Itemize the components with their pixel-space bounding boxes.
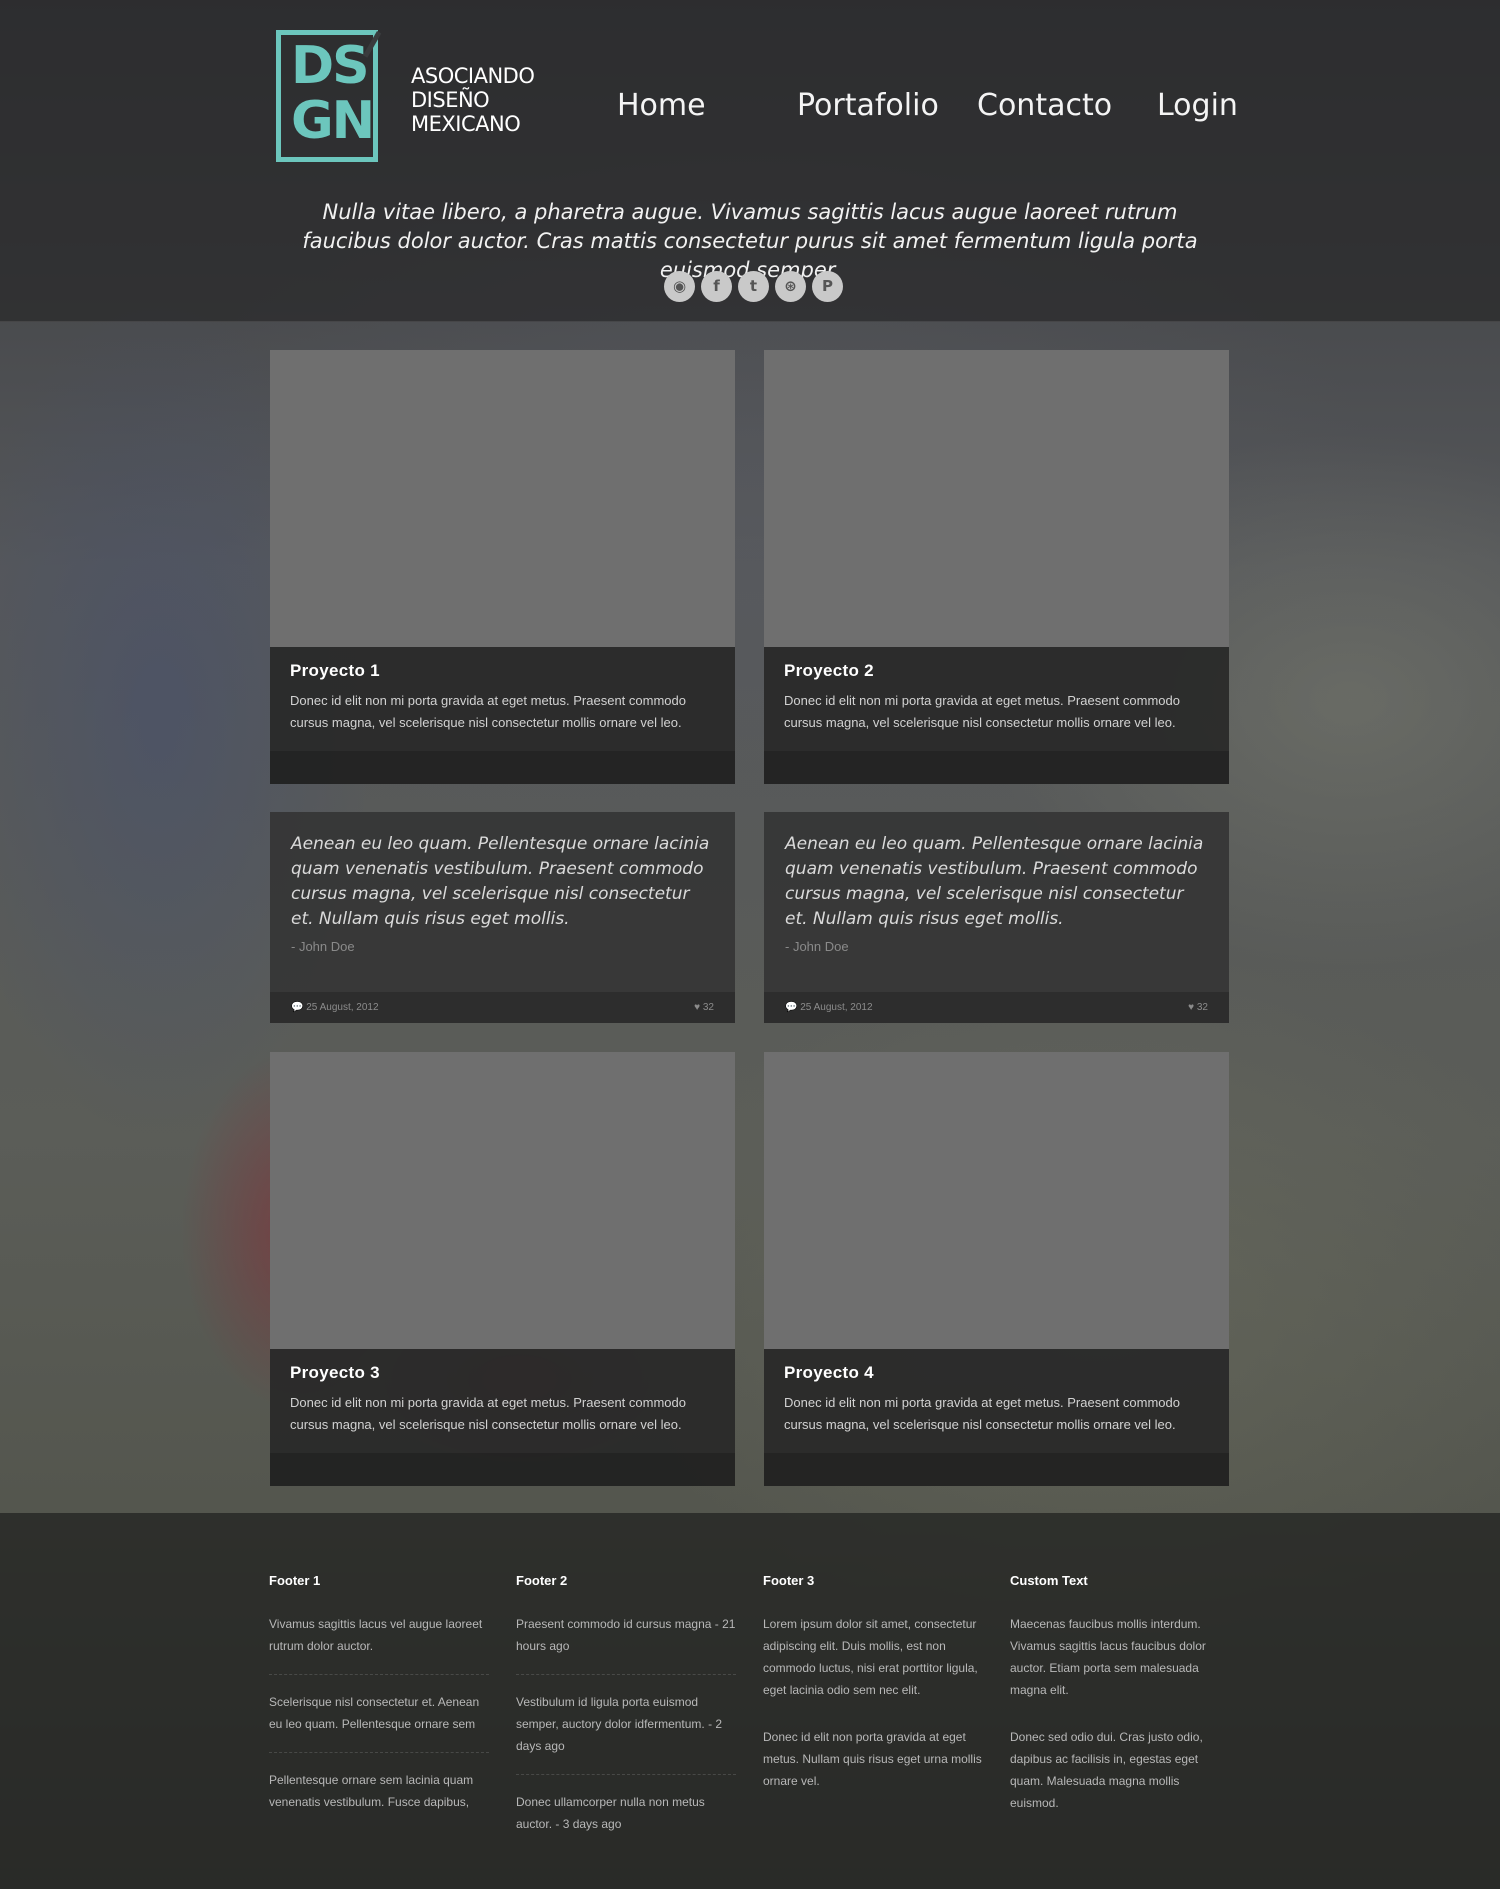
logo-mark: DS GN [291,36,375,151]
quote-likes[interactable]: ♥ 32 [1188,1002,1208,1013]
footer-column-2: Footer 2 Praesent commodo id cursus magn… [516,1573,736,1868]
tagline-line: DISEÑO [411,88,490,112]
nav-portafolio[interactable]: Portafolio [797,88,939,123]
nav-home[interactable]: Home [617,88,706,123]
logo-tagline: ASOCIANDO DISEÑO MEXICANO [411,64,561,136]
comment-icon: 💬 [291,1002,307,1013]
footer-item-text: Scelerisque nisl consectetur et. Aenean … [269,1695,480,1731]
quote-text: Aenean eu leo quam. Pellentesque ornare … [291,834,710,929]
tagline-line: MEXICANO [411,112,521,136]
footer-item[interactable]: Scelerisque nisl consectetur et. Aenean … [269,1691,489,1753]
footer-paragraph: Donec sed odio dui. Cras justo odio, dap… [1010,1730,1203,1810]
quote-author: - John Doe [785,939,849,954]
footer-item-text: Vivamus sagittis lacus vel augue laoreet… [269,1617,483,1653]
twitter-icon[interactable]: t [738,271,769,302]
footer-item-text: Donec ullamcorper nulla non metus auctor… [516,1795,705,1831]
project-image[interactable] [270,1052,735,1349]
footer-column-1: Footer 1 Vivamus sagittis lacus vel augu… [269,1573,489,1846]
card-footer [270,751,735,784]
quote-meta: 💬 25 August, 2012 ♥ 32 [764,992,1229,1023]
rss-icon[interactable]: ◉ [664,271,695,302]
project-description: Donec id elit non mi porta gravida at eg… [784,1395,1180,1432]
footer-item[interactable]: Donec ullamcorper nulla non metus auctor… [516,1791,736,1852]
nav-login[interactable]: Login [1157,88,1238,123]
quote-meta: 💬 25 August, 2012 ♥ 32 [270,992,735,1023]
card-footer [764,1453,1229,1486]
likes-count: 32 [1196,1002,1208,1013]
project-title[interactable]: Proyecto 4 [784,1363,1209,1383]
quote-date: 💬 25 August, 2012 [785,1002,873,1013]
project-card[interactable]: Proyecto 1 Donec id elit non mi porta gr… [270,350,735,784]
footer-paragraph: Maecenas faucibus mollis interdum. Vivam… [1010,1617,1206,1697]
date-text: 25 August, 2012 [306,1002,379,1013]
heart-icon: ♥ [694,1002,703,1013]
footer-heading: Footer 2 [516,1573,568,1588]
project-card[interactable]: Proyecto 2 Donec id elit non mi porta gr… [764,350,1229,784]
project-description: Donec id elit non mi porta gravida at eg… [290,1395,686,1432]
project-title[interactable]: Proyecto 2 [784,661,1209,681]
tagline-line: ASOCIANDO [411,64,535,88]
logo[interactable]: DS GN [276,30,378,162]
footer-item[interactable]: Pellentesque ornare sem lacinia quam ven… [269,1769,489,1830]
project-title[interactable]: Proyecto 3 [290,1363,715,1383]
project-image[interactable] [764,1052,1229,1349]
footer-paragraph: Lorem ipsum dolor sit amet, consectetur … [763,1617,978,1697]
quote-card: Aenean eu leo quam. Pellentesque ornare … [270,812,735,1023]
quote-likes[interactable]: ♥ 32 [694,1002,714,1013]
project-card[interactable]: Proyecto 4 Donec id elit non mi porta gr… [764,1052,1229,1486]
footer-column-3: Footer 3 Lorem ipsum dolor sit amet, con… [763,1573,983,1817]
project-description: Donec id elit non mi porta gravida at eg… [784,693,1180,730]
card-footer [764,751,1229,784]
quote-date: 💬 25 August, 2012 [291,1002,379,1013]
footer-item-text: Vestibulum id ligula porta euismod sempe… [516,1695,723,1753]
site-header: DS GN ASOCIANDO DISEÑO MEXICANO Home Por… [0,0,1500,322]
project-description: Donec id elit non mi porta gravida at eg… [290,693,686,730]
footer-item[interactable]: Vestibulum id ligula porta euismod sempe… [516,1691,736,1775]
quote-text: Aenean eu leo quam. Pellentesque ornare … [785,834,1204,929]
heart-icon: ♥ [1188,1002,1197,1013]
quote-card: Aenean eu leo quam. Pellentesque ornare … [764,812,1229,1023]
card-footer [270,1453,735,1486]
likes-count: 32 [702,1002,714,1013]
project-image[interactable] [270,350,735,647]
project-title[interactable]: Proyecto 1 [290,661,715,681]
footer-item[interactable]: Praesent commodo id cursus magna - 21 ho… [516,1613,736,1675]
nav-contacto[interactable]: Contacto [977,88,1112,123]
comment-icon: 💬 [785,1002,801,1013]
dribbble-icon[interactable]: ⊛ [775,271,806,302]
footer-item-text: Praesent commodo id cursus magna - 21 ho… [516,1617,736,1653]
pinterest-icon[interactable]: P [812,271,843,302]
footer-heading: Custom Text [1010,1573,1088,1588]
footer-heading: Footer 1 [269,1573,321,1588]
footer-column-4: Custom Text Maecenas faucibus mollis int… [1010,1573,1230,1839]
footer-item[interactable]: Vivamus sagittis lacus vel augue laoreet… [269,1613,489,1675]
quote-author: - John Doe [291,939,355,954]
facebook-icon[interactable]: f [701,271,732,302]
project-image[interactable] [764,350,1229,647]
footer-heading: Footer 3 [763,1573,815,1588]
date-text: 25 August, 2012 [800,1002,873,1013]
site-footer: Footer 1 Vivamus sagittis lacus vel augu… [0,1513,1500,1889]
footer-item-text: Pellentesque ornare sem lacinia quam ven… [269,1773,474,1809]
project-card[interactable]: Proyecto 3 Donec id elit non mi porta gr… [270,1052,735,1486]
footer-paragraph: Donec id elit non porta gravida at eget … [763,1730,982,1788]
